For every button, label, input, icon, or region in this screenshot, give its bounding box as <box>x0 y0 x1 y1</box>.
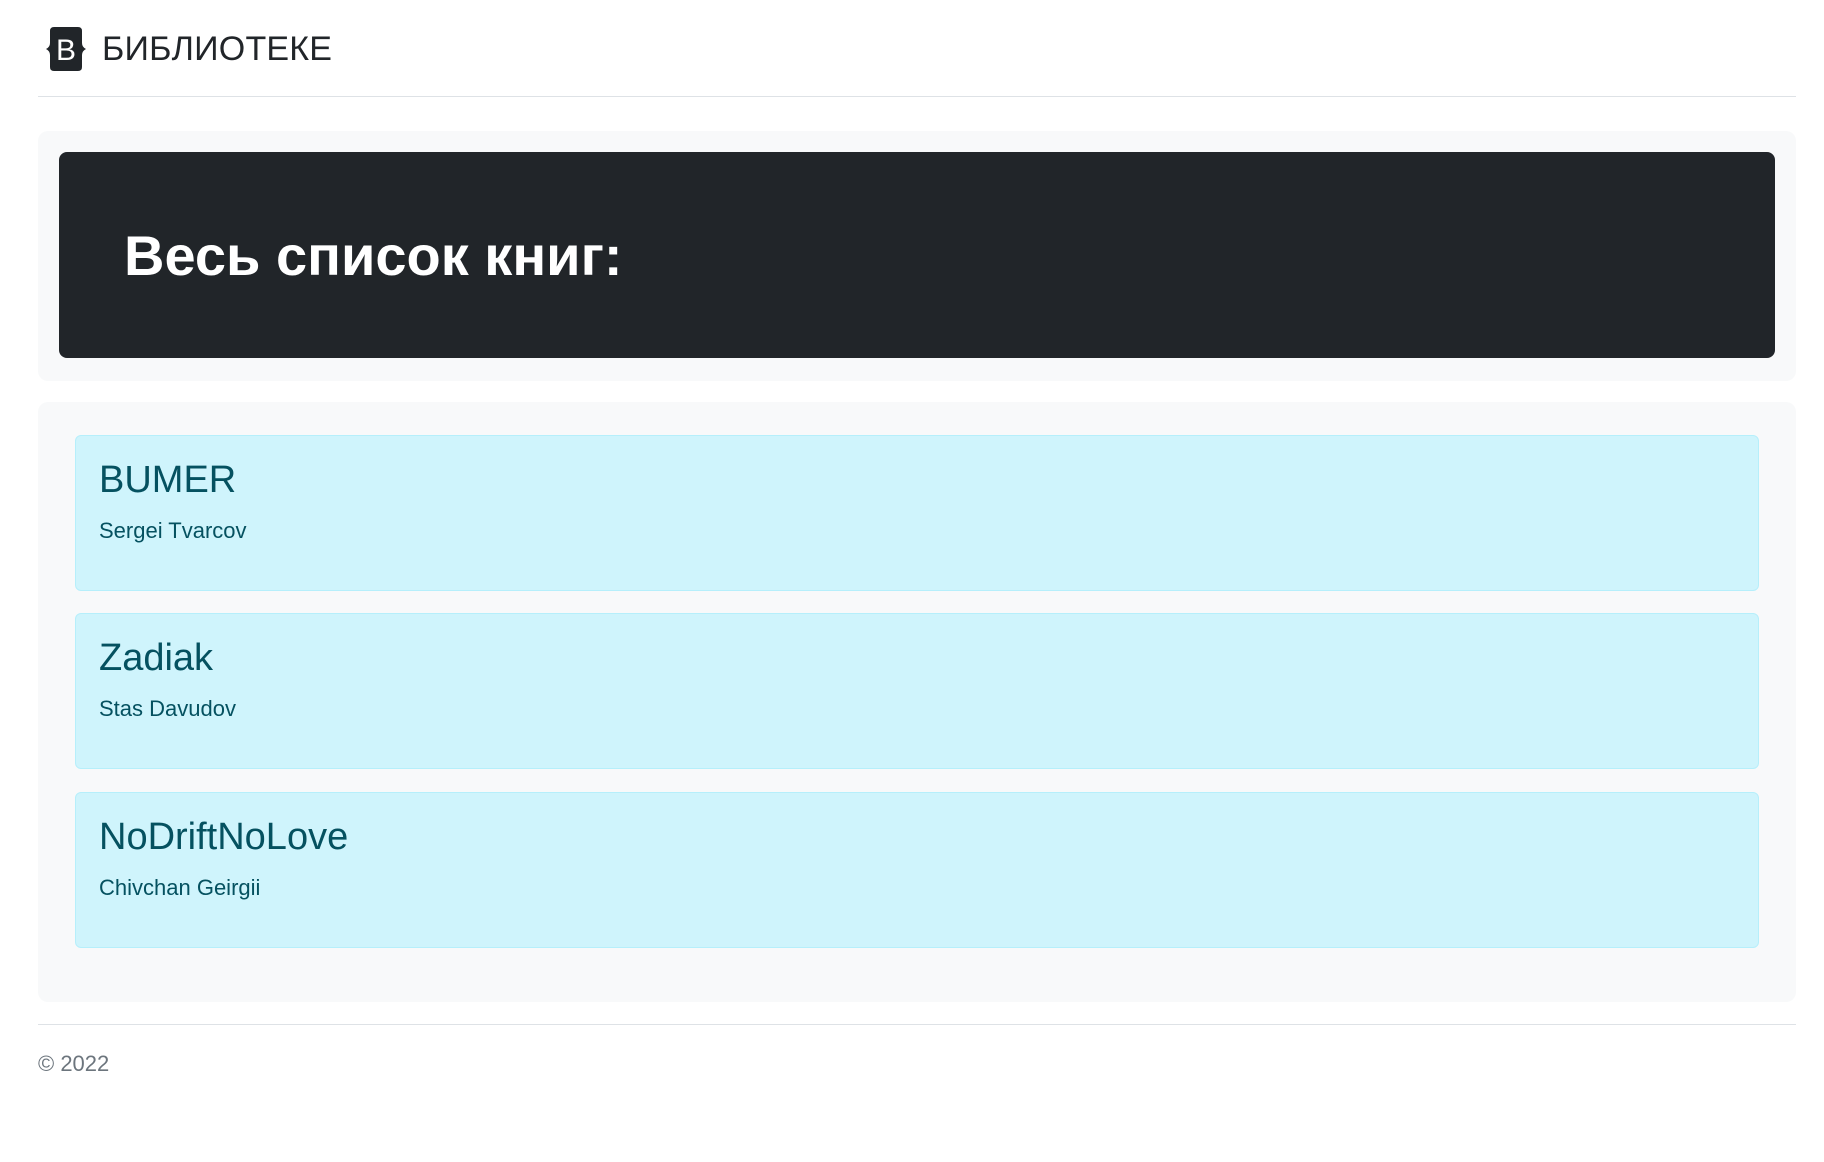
bootstrap-logo-icon: B <box>46 27 86 71</box>
book-card[interactable]: Zadiak Stas Davudov <box>75 613 1759 769</box>
brand-link[interactable]: B БИБЛИОТЕКЕ <box>38 27 1796 71</box>
hero-banner: Весь список книг: <box>59 152 1775 358</box>
book-card[interactable]: NoDriftNoLove Chivchan Geirgii <box>75 792 1759 948</box>
page-title: Весь список книг: <box>124 224 623 287</box>
page: B БИБЛИОТЕКЕ Весь список книг: BUMER Ser… <box>0 0 1824 1162</box>
footer: © 2022 <box>38 1024 1796 1076</box>
hero-container: Весь список книг: <box>38 131 1796 381</box>
brand-title: БИБЛИОТЕКЕ <box>102 30 333 68</box>
book-title: Zadiak <box>99 637 214 679</box>
book-author: Stas Davudov <box>99 696 236 721</box>
book-card[interactable]: BUMER Sergei Tvarcov <box>75 435 1759 591</box>
book-title: BUMER <box>99 459 237 501</box>
book-author: Sergei Tvarcov <box>99 518 247 543</box>
book-author: Chivchan Geirgii <box>99 875 261 900</box>
logo-letter: B <box>56 34 76 67</box>
copyright-text: © 2022 <box>38 1051 110 1076</box>
header: B БИБЛИОТЕКЕ <box>38 27 1796 97</box>
book-title: NoDriftNoLove <box>99 816 349 858</box>
book-list: BUMER Sergei Tvarcov Zadiak Stas Davudov… <box>38 402 1796 1002</box>
